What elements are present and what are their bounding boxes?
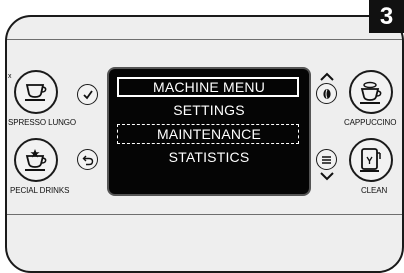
menu-item-settings[interactable]: SETTINGS bbox=[109, 102, 309, 118]
menu-title: MACHINE MENU bbox=[152, 79, 266, 95]
panel-divider-top bbox=[7, 39, 402, 40]
special-drinks-button[interactable] bbox=[14, 138, 58, 182]
cappuccino-cup-icon bbox=[357, 79, 385, 105]
confirm-button[interactable] bbox=[77, 84, 98, 105]
panel-divider-bottom bbox=[7, 214, 402, 215]
menu-list-icon bbox=[321, 155, 332, 165]
clean-icon bbox=[359, 147, 383, 173]
step-number-badge: 3 bbox=[369, 0, 404, 33]
clean-label: CLEAN bbox=[361, 186, 388, 195]
espresso-lungo-button[interactable] bbox=[14, 70, 58, 114]
espresso-cup-icon bbox=[23, 81, 49, 103]
left-edge-mark: x bbox=[8, 73, 12, 80]
special-drinks-label: PECIAL DRINKS bbox=[10, 186, 70, 195]
coffee-bean-icon bbox=[322, 88, 332, 100]
cappuccino-label: CAPPUCCINO bbox=[344, 118, 397, 127]
menu-display: MACHINE MENU SETTINGS MAINTENANCE STATIS… bbox=[109, 69, 309, 194]
menu-item-maintenance[interactable]: MAINTENANCE bbox=[109, 126, 309, 142]
back-button[interactable] bbox=[77, 149, 98, 170]
menu-item-statistics[interactable]: STATISTICS bbox=[109, 149, 309, 165]
chevron-down-icon[interactable] bbox=[320, 172, 334, 181]
check-icon bbox=[82, 89, 94, 101]
clean-button[interactable] bbox=[349, 138, 393, 182]
chevron-up-icon[interactable] bbox=[320, 72, 334, 81]
aroma-button[interactable] bbox=[316, 83, 337, 104]
menu-button[interactable] bbox=[316, 149, 337, 170]
espresso-lungo-label: SPRESSO LUNGO bbox=[8, 118, 77, 127]
back-arrow-icon bbox=[82, 154, 94, 166]
special-drinks-cup-icon bbox=[23, 148, 49, 172]
cappuccino-button[interactable] bbox=[349, 70, 393, 114]
